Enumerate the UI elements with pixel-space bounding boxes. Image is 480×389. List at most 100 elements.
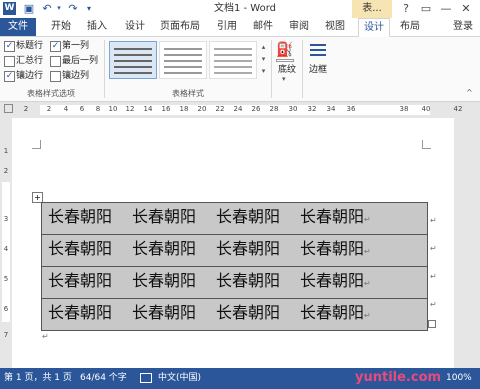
table-row: 长春朝阳 长春朝阳 长春朝阳 长春朝阳↵: [41, 266, 428, 299]
shading-color-bar: [276, 59, 294, 62]
tab-selector-icon[interactable]: [4, 104, 13, 113]
table-cell[interactable]: 长春朝阳 长春朝阳 长春朝阳 长春朝阳↵: [41, 298, 428, 331]
tab-mailings[interactable]: 邮件: [246, 18, 280, 36]
end-of-row-mark: ↵: [430, 244, 437, 253]
ruler-number: 26: [251, 105, 261, 113]
last-column-checkbox[interactable]: [50, 56, 61, 67]
tab-design[interactable]: 设计: [118, 18, 152, 36]
cell-text: 长春朝阳: [132, 303, 197, 322]
ruler-number: 2: [23, 105, 29, 113]
ruler-number: 16: [161, 105, 171, 113]
cell-text: 长春朝阳: [300, 271, 365, 290]
word-count[interactable]: 64/64 个字: [80, 372, 127, 384]
first-column-checkbox[interactable]: ✓: [50, 41, 61, 52]
redo-icon[interactable]: ↷: [66, 1, 80, 16]
table-resize-handle-icon[interactable]: [428, 320, 436, 328]
cell-text: 长春朝阳: [216, 271, 281, 290]
vertical-ruler-number: 5: [3, 275, 9, 283]
ruler-number: 36: [346, 105, 356, 113]
style-options-group-label: 表格样式选项: [27, 89, 75, 98]
table-cell[interactable]: 长春朝阳 长春朝阳 长春朝阳 长春朝阳↵: [41, 202, 428, 235]
borders-icon[interactable]: [310, 42, 326, 58]
cell-text: 长春朝阳: [48, 271, 113, 290]
table-style-light[interactable]: [209, 41, 257, 79]
tab-page-layout[interactable]: 页面布局: [156, 18, 204, 36]
gallery-scroll-controls[interactable]: ▴ ▾ ▾: [259, 41, 268, 79]
ruler-number: 4: [63, 105, 69, 113]
table-row: 长春朝阳 长春朝阳 长春朝阳 长春朝阳↵: [41, 202, 428, 235]
banded-columns-checkbox[interactable]: [50, 71, 61, 82]
table-style-plain[interactable]: [159, 41, 207, 79]
tab-view[interactable]: 视图: [318, 18, 352, 36]
ruler-number: 34: [326, 105, 336, 113]
end-of-row-mark: ↵: [430, 216, 437, 225]
tab-references[interactable]: 引用: [210, 18, 244, 36]
ruler-number: 14: [143, 105, 153, 113]
table-cell[interactable]: 长春朝阳 长春朝阳 长春朝阳 长春朝阳↵: [41, 234, 428, 267]
ruler-number: 24: [233, 105, 243, 113]
total-row-checkbox[interactable]: [4, 56, 15, 67]
ruler-number: 38: [399, 105, 409, 113]
cell-text: 长春朝阳: [300, 303, 365, 322]
minimize-icon[interactable]: —: [436, 1, 456, 17]
last-column-label: 最后一列: [62, 56, 99, 66]
document-table[interactable]: 长春朝阳 长春朝阳 长春朝阳 长春朝阳↵ 长春朝阳 长春朝阳 长春朝阳 长春朝阳↵ 长春朝阳…: [41, 202, 428, 331]
margin-corner-mark: [32, 140, 41, 149]
ruler-number: 12: [125, 105, 135, 113]
banded-columns-label: 镶边列: [62, 71, 90, 81]
cell-text: 长春朝阳: [300, 239, 365, 258]
shading-label[interactable]: 底纹: [276, 64, 298, 76]
collapse-ribbon-icon[interactable]: ^: [466, 88, 473, 97]
header-row-checkbox[interactable]: ✓: [4, 41, 15, 52]
end-of-row-mark: ↵: [430, 272, 437, 281]
table-tools-label: 表...: [352, 0, 392, 18]
vertical-ruler-number: 6: [3, 305, 9, 313]
close-icon[interactable]: ✕: [456, 1, 476, 17]
tab-home[interactable]: 开始: [44, 18, 78, 36]
save-icon[interactable]: ▣: [22, 1, 36, 16]
table-styles-group-label: 表格样式: [172, 89, 204, 98]
proofing-icon[interactable]: [140, 373, 152, 383]
vertical-ruler-number: 7: [3, 331, 9, 339]
first-column-label: 第一列: [62, 41, 90, 51]
ruler-number: 42: [453, 105, 463, 113]
header-row-label: 标题行: [16, 41, 44, 51]
tab-file[interactable]: 文件: [0, 18, 36, 36]
tab-review[interactable]: 审阅: [282, 18, 316, 36]
cell-text: 长春朝阳: [300, 207, 365, 226]
ribbon-separator: [104, 40, 105, 98]
page-count[interactable]: 第 1 页，共 1 页: [4, 372, 72, 384]
tab-table-layout[interactable]: 布局: [394, 18, 426, 36]
sign-in-link[interactable]: 登录: [448, 18, 478, 36]
ruler-number: 22: [215, 105, 225, 113]
ruler-number: 30: [288, 105, 298, 113]
ribbon-display-icon[interactable]: ▭: [416, 1, 436, 17]
ruler-number: 8: [95, 105, 101, 113]
zoom-level[interactable]: 100%: [446, 372, 472, 384]
banded-rows-checkbox[interactable]: ✓: [4, 71, 15, 82]
undo-dropdown-icon[interactable]: ▾: [55, 1, 63, 16]
tab-table-design[interactable]: 设计: [358, 18, 390, 37]
cell-text: 长春朝阳: [216, 303, 281, 322]
language-indicator[interactable]: 中文(中国): [158, 372, 201, 384]
borders-label[interactable]: 边框: [306, 64, 330, 76]
table-style-grid-selected[interactable]: [109, 41, 157, 79]
vertical-ruler-number: 1: [3, 147, 9, 155]
ruler-number: 40: [421, 105, 431, 113]
shading-dropdown-icon[interactable]: ▾: [282, 75, 286, 83]
table-row: 长春朝阳 长春朝阳 长春朝阳 长春朝阳↵: [41, 298, 428, 331]
undo-icon[interactable]: ↶: [40, 1, 54, 16]
ruler-number: 6: [79, 105, 85, 113]
banded-rows-label: 镶边行: [16, 71, 44, 81]
help-icon[interactable]: ?: [396, 1, 416, 17]
table-cell[interactable]: 长春朝阳 长春朝阳 长春朝阳 长春朝阳↵: [41, 266, 428, 299]
cell-text: 长春朝阳: [216, 207, 281, 226]
shading-bucket-icon[interactable]: ⛽: [276, 41, 294, 59]
customize-toolbar-icon[interactable]: ▾: [84, 1, 94, 16]
table-row: 长春朝阳 长春朝阳 长春朝阳 长春朝阳↵: [41, 234, 428, 267]
paragraph-mark: ↵: [364, 279, 371, 288]
vertical-ruler-number: 4: [3, 245, 9, 253]
cell-text: 长春朝阳: [132, 207, 197, 226]
tab-insert[interactable]: 插入: [80, 18, 114, 36]
cell-text: 长春朝阳: [48, 207, 113, 226]
